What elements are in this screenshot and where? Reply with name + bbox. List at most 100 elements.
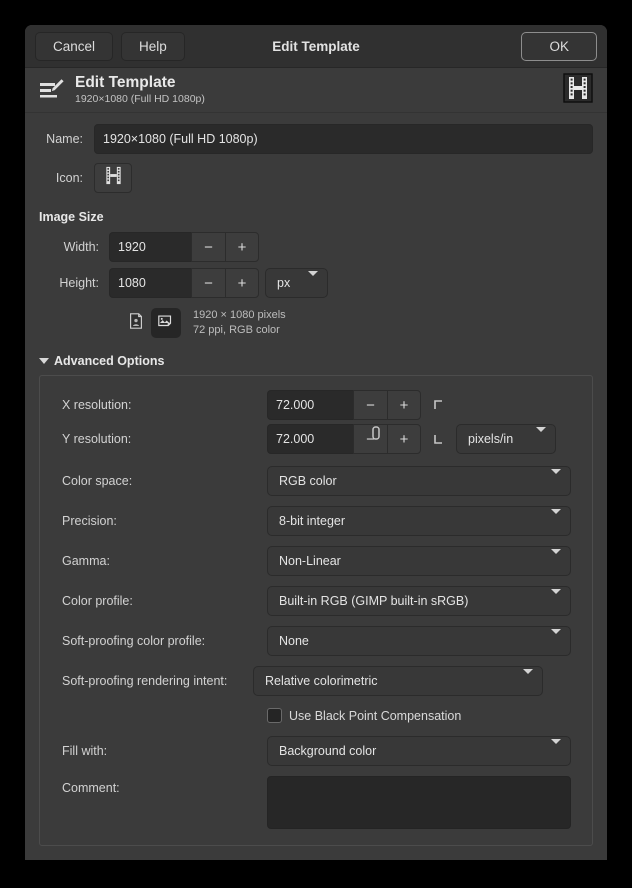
gamma-row: Gamma: Non-Linear (52, 546, 580, 576)
size-unit-dropdown[interactable]: px (265, 268, 328, 298)
width-row: Width: − + (39, 232, 593, 262)
edit-template-dialog: Cancel Help Edit Template OK Edit Templa… (25, 25, 607, 860)
chevron-down-icon (539, 634, 561, 648)
soft-proofing-profile-value: None (279, 634, 309, 648)
name-input[interactable] (94, 124, 593, 154)
chevron-down-icon (539, 744, 561, 758)
chevron-down-icon (524, 432, 546, 446)
landscape-orientation-button[interactable] (151, 308, 181, 338)
y-resolution-increment-button[interactable]: + (387, 424, 421, 454)
color-space-dropdown[interactable]: RGB color (267, 466, 571, 496)
size-unit-value: px (277, 276, 290, 290)
soft-proofing-profile-dropdown[interactable]: None (267, 626, 571, 656)
template-subtitle: 1920×1080 (Full HD 1080p) (75, 92, 205, 106)
advanced-options-frame: X resolution: − + Y resolution: − (39, 375, 593, 846)
image-size-heading: Image Size (39, 210, 593, 224)
comment-label: Comment: (52, 776, 267, 795)
advanced-options-toggle[interactable]: Advanced Options (39, 354, 593, 368)
height-row: Height: − + px (39, 268, 593, 298)
height-increment-button[interactable]: + (225, 268, 259, 298)
advanced-options-label: Advanced Options (54, 354, 164, 368)
black-point-compensation-row[interactable]: Use Black Point Compensation (52, 708, 580, 723)
name-row: Name: (39, 124, 593, 154)
chain-link-icon[interactable] (428, 433, 448, 445)
soft-proofing-intent-value: Relative colorimetric (265, 674, 378, 688)
gamma-dropdown[interactable]: Non-Linear (267, 546, 571, 576)
fill-with-dropdown[interactable]: Background color (267, 736, 571, 766)
chevron-down-icon (539, 554, 561, 568)
soft-proofing-intent-row: Soft-proofing rendering intent: Relative… (52, 666, 580, 696)
soft-proofing-intent-dropdown[interactable]: Relative colorimetric (253, 666, 543, 696)
precision-label: Precision: (52, 514, 267, 528)
x-resolution-increment-button[interactable]: + (387, 390, 421, 420)
width-increment-button[interactable]: + (225, 232, 259, 262)
icon-picker-button[interactable] (94, 163, 132, 193)
orientation-row: 1920 × 1080 pixels 72 ppi, RGB color (39, 308, 593, 338)
y-resolution-label: Y resolution: (52, 432, 267, 446)
y-resolution-row: Y resolution: − + pixels/in (52, 424, 580, 454)
header-left-buttons: Cancel Help (35, 32, 185, 61)
template-title-text: Edit Template 1920×1080 (Full HD 1080p) (75, 74, 205, 106)
resolution-unit-dropdown[interactable]: pixels/in (456, 424, 556, 454)
black-point-compensation-checkbox[interactable] (267, 708, 282, 723)
height-spinner: − + (109, 268, 259, 298)
height-decrement-button[interactable]: − (191, 268, 225, 298)
resolution-unit-value: pixels/in (468, 432, 513, 446)
help-button[interactable]: Help (121, 32, 185, 61)
portrait-orientation-icon (127, 312, 145, 335)
color-profile-dropdown[interactable]: Built-in RGB (GIMP built-in sRGB) (267, 586, 571, 616)
color-profile-row: Color profile: Built-in RGB (GIMP built-… (52, 586, 580, 616)
chevron-down-icon (296, 276, 318, 290)
header-right-buttons: OK (521, 32, 597, 61)
expander-triangle-icon (39, 358, 49, 364)
y-resolution-input[interactable] (267, 424, 353, 454)
chevron-down-icon (539, 474, 561, 488)
image-size-info-line1: 1920 × 1080 pixels (193, 308, 286, 323)
landscape-orientation-icon (157, 312, 175, 335)
comment-textarea[interactable] (267, 776, 571, 829)
fill-with-value: Background color (279, 744, 376, 758)
precision-row: Precision: 8-bit integer (52, 506, 580, 536)
template-title-strip: Edit Template 1920×1080 (Full HD 1080p) (25, 68, 607, 113)
chevron-down-icon (511, 674, 533, 688)
color-space-row: Color space: RGB color (52, 466, 580, 496)
fill-with-row: Fill with: Background color (52, 736, 580, 766)
height-input[interactable] (109, 268, 191, 298)
soft-proofing-profile-row: Soft-proofing color profile: None (52, 626, 580, 656)
image-size-info: 1920 × 1080 pixels 72 ppi, RGB color (193, 308, 286, 338)
gamma-value: Non-Linear (279, 554, 341, 568)
fill-with-label: Fill with: (52, 744, 267, 758)
x-resolution-decrement-button[interactable]: − (353, 390, 387, 420)
soft-proofing-profile-label: Soft-proofing color profile: (52, 634, 267, 648)
portrait-orientation-button[interactable] (121, 308, 151, 338)
x-resolution-label: X resolution: (52, 398, 267, 412)
color-profile-value: Built-in RGB (GIMP built-in sRGB) (279, 594, 468, 608)
film-strip-icon (563, 73, 593, 108)
width-spinner: − + (109, 232, 259, 262)
resolution-chain-top (428, 399, 448, 411)
precision-value: 8-bit integer (279, 514, 345, 528)
black-point-compensation-label: Use Black Point Compensation (289, 709, 461, 723)
name-label: Name: (39, 132, 94, 146)
width-label: Width: (39, 240, 109, 254)
color-space-label: Color space: (52, 474, 267, 488)
precision-dropdown[interactable]: 8-bit integer (267, 506, 571, 536)
gamma-label: Gamma: (52, 554, 267, 568)
ok-button[interactable]: OK (521, 32, 597, 61)
width-input[interactable] (109, 232, 191, 262)
height-label: Height: (39, 276, 109, 290)
icon-row: Icon: (39, 163, 593, 193)
chevron-down-icon (539, 514, 561, 528)
chevron-down-icon (539, 594, 561, 608)
dialog-header-bar: Cancel Help Edit Template OK (25, 25, 607, 68)
cancel-button[interactable]: Cancel (35, 32, 113, 61)
icon-label: Icon: (39, 171, 94, 185)
x-resolution-spinner: − + (267, 390, 421, 420)
dialog-body: Name: Icon: (25, 113, 607, 860)
soft-proofing-intent-label: Soft-proofing rendering intent: (52, 674, 267, 688)
comment-row: Comment: (52, 776, 580, 829)
x-resolution-input[interactable] (267, 390, 353, 420)
width-decrement-button[interactable]: − (191, 232, 225, 262)
image-size-info-line2: 72 ppi, RGB color (193, 323, 286, 338)
template-title: Edit Template (75, 74, 205, 92)
